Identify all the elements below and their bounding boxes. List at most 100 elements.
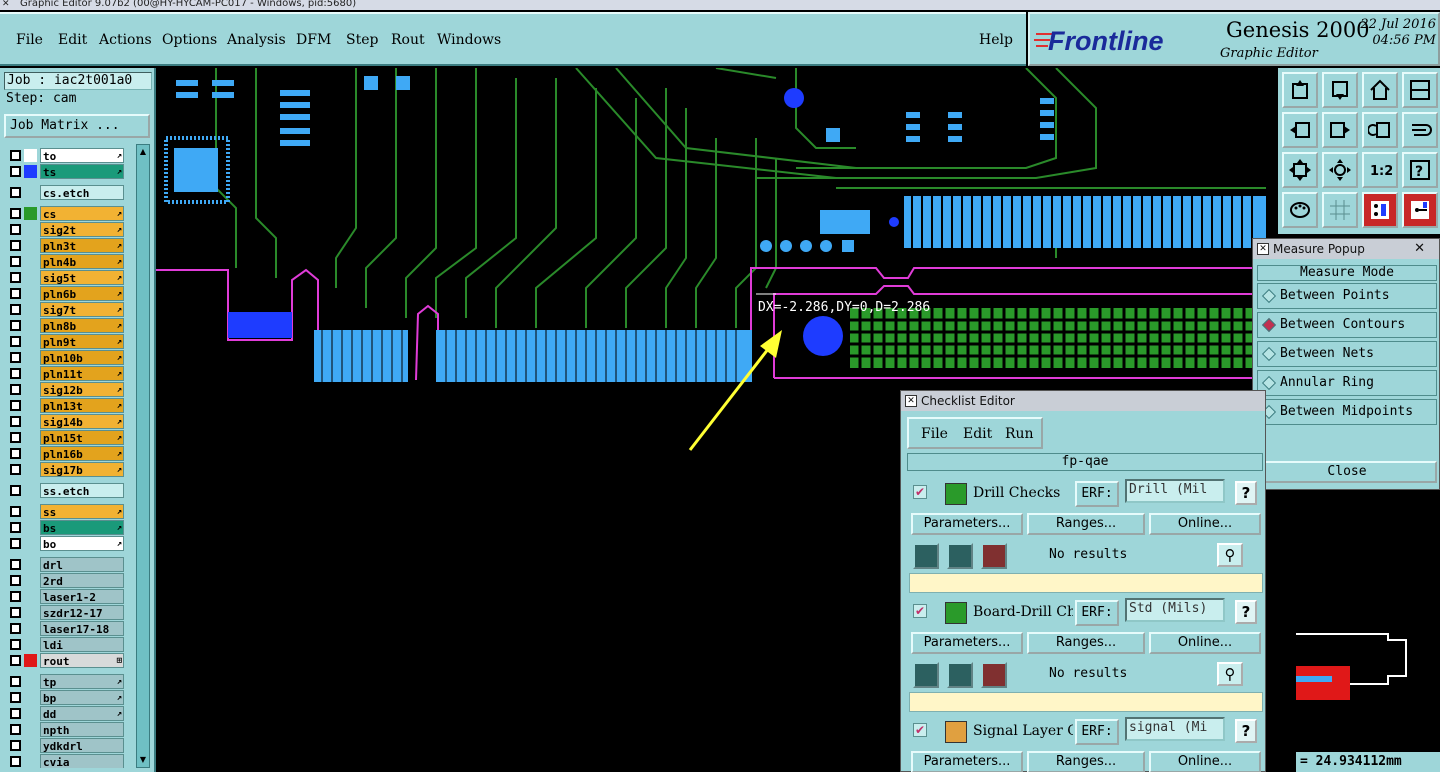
layer-name[interactable]: to ↗	[40, 148, 124, 163]
layer-name[interactable]: pln3t ↗	[40, 238, 124, 253]
pan-right-icon[interactable]	[1322, 112, 1358, 148]
layer-row-cs[interactable]: cs ↗	[4, 206, 126, 221]
layer-row-bo[interactable]: bo ↗	[4, 536, 126, 551]
menu-options[interactable]: Options	[162, 32, 217, 48]
layer-row-ydkdrl[interactable]: ydkdrl	[4, 738, 126, 753]
parameters-button[interactable]: Parameters...	[911, 513, 1023, 535]
layer-color-swatch[interactable]	[24, 319, 37, 332]
tool-window-icon[interactable]	[1402, 72, 1438, 108]
check-help-button[interactable]: ?	[1235, 481, 1257, 505]
layer-name[interactable]: pln10b ↗	[40, 350, 124, 365]
measure-popup-close-icon[interactable]: ✕	[1414, 239, 1425, 259]
layer-visibility-checkbox[interactable]	[10, 676, 21, 687]
measure-option-between-points[interactable]: Between Points	[1257, 283, 1437, 309]
zoom-results-icon[interactable]: ⚲	[1217, 662, 1243, 686]
layer-name[interactable]: pln8b ↗	[40, 318, 124, 333]
parameters-button[interactable]: Parameters...	[911, 632, 1023, 654]
layer-row-ts[interactable]: ts ↗	[4, 164, 126, 179]
layer-affected-icon[interactable]: ↗	[117, 207, 122, 220]
layer-visibility-checkbox[interactable]	[10, 432, 21, 443]
menu-edit[interactable]: Edit	[58, 32, 87, 48]
layer-row-sig17b[interactable]: sig17b ↗	[4, 462, 126, 477]
checklist-menu-file[interactable]: File	[921, 426, 948, 442]
layer-visibility-checkbox[interactable]	[10, 150, 21, 161]
radio-diamond-icon[interactable]	[1261, 375, 1277, 391]
layer-affected-icon[interactable]: ↗	[117, 537, 122, 550]
layer-affected-icon[interactable]: ↗	[117, 255, 122, 268]
layer-affected-icon[interactable]: ↗	[117, 505, 122, 518]
layer-name[interactable]: dd ↗	[40, 706, 124, 721]
layer-visibility-checkbox[interactable]	[10, 708, 21, 719]
stop-check-icon[interactable]	[981, 662, 1007, 688]
layer-color-swatch[interactable]	[24, 739, 37, 752]
layer-affected-icon[interactable]: ↗	[117, 319, 122, 332]
layer-visibility-checkbox[interactable]	[10, 692, 21, 703]
layer-color-swatch[interactable]	[24, 303, 37, 316]
layer-row-cs.etch[interactable]: cs.etch	[4, 185, 126, 200]
layer-row-sig5t[interactable]: sig5t ↗	[4, 270, 126, 285]
layer-visibility-checkbox[interactable]	[10, 724, 21, 735]
run-check-icon[interactable]	[913, 543, 939, 569]
layer-name[interactable]: pln6b ↗	[40, 286, 124, 301]
layer-affected-icon[interactable]: ↗	[117, 367, 122, 380]
scroll-down-icon[interactable]: ▼	[138, 755, 148, 765]
layer-color-swatch[interactable]	[24, 165, 37, 178]
online-button[interactable]: Online...	[1149, 632, 1261, 654]
layer-color-swatch[interactable]	[24, 399, 37, 412]
layer-row-pln13t[interactable]: pln13t ↗	[4, 398, 126, 413]
mirror-icon[interactable]	[1362, 112, 1398, 148]
erf-field[interactable]: signal (Mi	[1125, 717, 1225, 741]
layer-color-swatch[interactable]	[24, 207, 37, 220]
menu-actions[interactable]: Actions	[99, 32, 152, 48]
ranges-button[interactable]: Ranges...	[1027, 751, 1145, 772]
layer-name[interactable]: npth	[40, 722, 124, 737]
layer-visibility-checkbox[interactable]	[10, 559, 21, 570]
home-icon[interactable]	[1362, 72, 1398, 108]
layer-affected-icon[interactable]: ⊞	[117, 654, 122, 667]
layer-visibility-checkbox[interactable]	[10, 240, 21, 251]
minimap[interactable]	[1296, 490, 1440, 756]
layer-view-a-icon[interactable]	[1362, 192, 1398, 228]
layer-visibility-checkbox[interactable]	[10, 591, 21, 602]
checklist-menu-run[interactable]: Run	[1005, 426, 1034, 442]
layer-visibility-checkbox[interactable]	[10, 288, 21, 299]
layer-visibility-checkbox[interactable]	[10, 506, 21, 517]
layer-name[interactable]: sig14b ↗	[40, 414, 124, 429]
window-close-icon[interactable]: ✕	[2, 0, 12, 9]
layer-row-ss[interactable]: ss ↗	[4, 504, 126, 519]
layer-color-swatch[interactable]	[24, 367, 37, 380]
layer-name[interactable]: pln16b ↗	[40, 446, 124, 461]
menu-file[interactable]: File	[16, 32, 43, 48]
layer-visibility-checkbox[interactable]	[10, 607, 21, 618]
menu-analysis[interactable]: Analysis	[227, 32, 286, 48]
layer-visibility-checkbox[interactable]	[10, 368, 21, 379]
layer-visibility-checkbox[interactable]	[10, 320, 21, 331]
erf-button[interactable]: ERF:	[1075, 481, 1119, 507]
grid-icon[interactable]	[1322, 192, 1358, 228]
menu-dfm[interactable]: DFM	[296, 32, 331, 48]
layer-affected-icon[interactable]: ↗	[117, 415, 122, 428]
layer-row-rout[interactable]: rout ⊞	[4, 653, 126, 668]
measure-close-button[interactable]: Close	[1257, 461, 1437, 483]
layer-color-swatch[interactable]	[24, 537, 37, 550]
layer-visibility-checkbox[interactable]	[10, 485, 21, 496]
erf-button[interactable]: ERF:	[1075, 600, 1119, 626]
layer-color-swatch[interactable]	[24, 638, 37, 651]
layer-visibility-checkbox[interactable]	[10, 655, 21, 666]
layer-row-2rd[interactable]: 2rd	[4, 573, 126, 588]
layer-visibility-checkbox[interactable]	[10, 272, 21, 283]
layer-name[interactable]: tp ↗	[40, 674, 124, 689]
layer-name[interactable]: pln4b ↗	[40, 254, 124, 269]
layer-row-bs[interactable]: bs ↗	[4, 520, 126, 535]
layer-name[interactable]: 2rd	[40, 573, 124, 588]
layer-color-swatch[interactable]	[24, 383, 37, 396]
layer-color-swatch[interactable]	[24, 271, 37, 284]
layer-color-swatch[interactable]	[24, 223, 37, 236]
layer-color-swatch[interactable]	[24, 755, 37, 768]
layer-affected-icon[interactable]: ↗	[117, 239, 122, 252]
layer-row-pln15t[interactable]: pln15t ↗	[4, 430, 126, 445]
layer-affected-icon[interactable]: ↗	[117, 383, 122, 396]
layer-color-swatch[interactable]	[24, 606, 37, 619]
layer-visibility-checkbox[interactable]	[10, 448, 21, 459]
layer-row-szdr12-17[interactable]: szdr12-17	[4, 605, 126, 620]
